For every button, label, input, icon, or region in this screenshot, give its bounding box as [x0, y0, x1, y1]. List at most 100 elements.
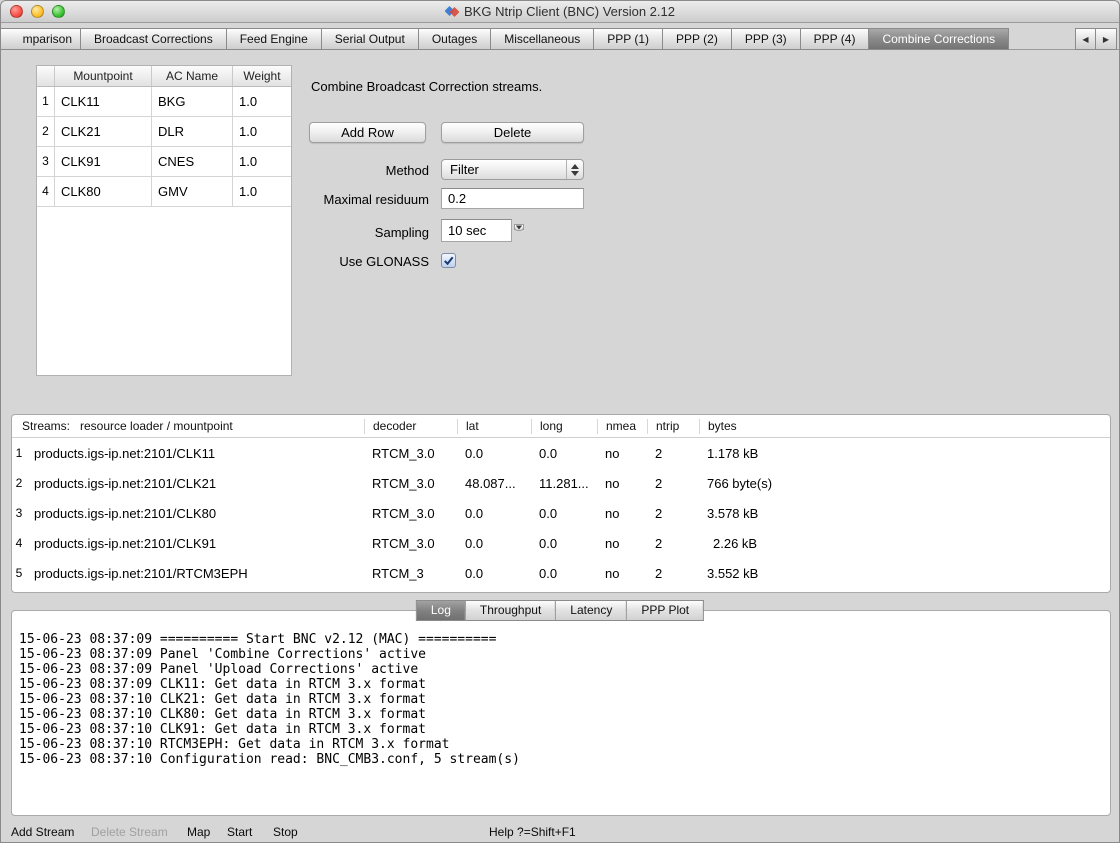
- table-row[interactable]: 3 CLK91 CNES 1.0: [37, 147, 291, 177]
- scroll-right-icon: ▶: [1103, 35, 1109, 44]
- cell-ac-name[interactable]: GMV: [152, 177, 233, 207]
- tab-ppp-plot[interactable]: PPP Plot: [627, 600, 704, 621]
- log-line: 15-06-23 08:37:09 CLK11: Get data in RTC…: [19, 677, 520, 692]
- stream-nmea: no: [597, 446, 647, 461]
- use-glonass-label: Use GLONASS: [259, 254, 429, 269]
- sampling-input[interactable]: [441, 219, 512, 242]
- stream-ntrip: 2: [647, 566, 699, 581]
- tab-latency[interactable]: Latency: [556, 600, 627, 621]
- streams-header: Streams: resource loader / mountpoint de…: [12, 415, 1110, 438]
- method-selected-value: Filter: [442, 162, 566, 177]
- tab-throughput[interactable]: Throughput: [466, 600, 556, 621]
- tab-scroll-left-button[interactable]: ◀: [1075, 28, 1096, 50]
- stream-ntrip: 2: [647, 536, 699, 551]
- log-line: 15-06-23 08:37:10 CLK91: Get data in RTC…: [19, 722, 520, 737]
- header-mountpoint: Mountpoint: [55, 66, 152, 86]
- stop-button[interactable]: Stop: [273, 825, 298, 839]
- chevron-up-icon: [571, 164, 579, 169]
- cell-weight[interactable]: 1.0: [233, 87, 291, 117]
- checkmark-icon: [442, 254, 455, 267]
- header-nmea: nmea: [597, 419, 647, 434]
- map-button[interactable]: Map: [187, 825, 210, 839]
- cell-ac-name[interactable]: CNES: [152, 147, 233, 177]
- combo-stepper-icon: [566, 160, 583, 179]
- log-line: 15-06-23 08:37:09 Panel 'Upload Correcti…: [19, 662, 520, 677]
- tab-ppp-4[interactable]: PPP (4): [801, 28, 870, 50]
- close-window-button[interactable]: [10, 5, 23, 18]
- log-panel[interactable]: 15-06-23 08:37:09 ========== Start BNC v…: [11, 610, 1111, 816]
- row-number: 5: [12, 566, 26, 580]
- streams-table: Streams: resource loader / mountpoint de…: [11, 414, 1111, 593]
- stream-nmea: no: [597, 476, 647, 491]
- stream-long: 0.0: [531, 446, 597, 461]
- stream-row[interactable]: 3 products.igs-ip.net:2101/CLK80 RTCM_3.…: [12, 498, 1110, 528]
- stream-bytes: 766 byte(s): [699, 476, 1110, 491]
- cell-mountpoint[interactable]: CLK91: [55, 147, 152, 177]
- tab-log[interactable]: Log: [416, 600, 466, 621]
- window-title-text: BKG Ntrip Client (BNC) Version 2.12: [464, 4, 675, 19]
- tab-broadcast-corrections[interactable]: Broadcast Corrections: [81, 28, 227, 50]
- table-row[interactable]: 2 CLK21 DLR 1.0: [37, 117, 291, 147]
- row-number: 4: [12, 536, 26, 550]
- tab-serial-output[interactable]: Serial Output: [322, 28, 419, 50]
- table-row[interactable]: 1 CLK11 BKG 1.0: [37, 87, 291, 117]
- minimize-window-button[interactable]: [31, 5, 44, 18]
- stream-row[interactable]: 2 products.igs-ip.net:2101/CLK21 RTCM_3.…: [12, 468, 1110, 498]
- log-output: 15-06-23 08:37:09 ========== Start BNC v…: [19, 632, 520, 767]
- tab-combine-corrections[interactable]: Combine Corrections: [869, 28, 1009, 50]
- stream-nmea: no: [597, 506, 647, 521]
- stream-bytes: 3.552 kB: [699, 566, 1110, 581]
- delete-button[interactable]: Delete: [441, 122, 584, 143]
- header-resource: Streams: resource loader / mountpoint: [12, 419, 364, 434]
- row-number: 4: [37, 177, 55, 207]
- combine-table-header: Mountpoint AC Name Weight: [37, 66, 291, 87]
- zoom-window-button[interactable]: [52, 5, 65, 18]
- stream-nmea: no: [597, 536, 647, 551]
- scroll-left-icon: ◀: [1082, 35, 1088, 44]
- sampling-decrement-button[interactable]: [514, 224, 524, 231]
- start-button[interactable]: Start: [227, 825, 252, 839]
- stream-nmea: no: [597, 566, 647, 581]
- arrow-down-icon: [516, 226, 522, 230]
- log-line: 15-06-23 08:37:09 Panel 'Combine Correct…: [19, 647, 520, 662]
- cell-ac-name[interactable]: DLR: [152, 117, 233, 147]
- delete-stream-button[interactable]: Delete Stream: [91, 825, 168, 839]
- cell-ac-name[interactable]: BKG: [152, 87, 233, 117]
- help-hint: Help ?=Shift+F1: [489, 825, 576, 839]
- add-row-button[interactable]: Add Row: [309, 122, 426, 143]
- tab-miscellaneous[interactable]: Miscellaneous: [491, 28, 594, 50]
- stream-mountpoint: products.igs-ip.net:2101/RTCM3EPH: [26, 566, 364, 581]
- use-glonass-checkbox[interactable]: [441, 253, 456, 268]
- header-bytes: bytes: [699, 419, 1110, 434]
- table-row[interactable]: 4 CLK80 GMV 1.0: [37, 177, 291, 207]
- header-weight: Weight: [233, 66, 291, 86]
- app-icon: [445, 3, 459, 24]
- stream-row[interactable]: 4 products.igs-ip.net:2101/CLK91 RTCM_3.…: [12, 528, 1110, 558]
- cell-weight[interactable]: 1.0: [233, 117, 291, 147]
- stream-long: 0.0: [531, 566, 597, 581]
- stream-row[interactable]: 5 products.igs-ip.net:2101/RTCM3EPH RTCM…: [12, 558, 1110, 588]
- tab-scroll-right-button[interactable]: ▶: [1096, 28, 1117, 50]
- add-stream-button[interactable]: Add Stream: [11, 825, 74, 839]
- cell-mountpoint[interactable]: CLK11: [55, 87, 152, 117]
- cell-mountpoint[interactable]: CLK21: [55, 117, 152, 147]
- stream-lat: 0.0: [457, 536, 531, 551]
- tab-ppp-2[interactable]: PPP (2): [663, 28, 732, 50]
- stream-lat: 0.0: [457, 506, 531, 521]
- cell-mountpoint[interactable]: CLK80: [55, 177, 152, 207]
- tab-feed-engine[interactable]: Feed Engine: [227, 28, 322, 50]
- header-decoder: decoder: [364, 419, 457, 434]
- stream-decoder: RTCM_3.0: [364, 476, 457, 491]
- stream-bytes: 1.178 kB: [699, 446, 1110, 461]
- stream-row[interactable]: 1 products.igs-ip.net:2101/CLK11 RTCM_3.…: [12, 438, 1110, 468]
- tab-comparison[interactable]: mparison: [1, 28, 81, 50]
- stream-bytes: 2.26 kB: [699, 536, 1110, 551]
- method-select[interactable]: Filter: [441, 159, 584, 180]
- tab-outages[interactable]: Outages: [419, 28, 491, 50]
- log-line: 15-06-23 08:37:10 RTCM3EPH: Get data in …: [19, 737, 520, 752]
- tab-ppp-3[interactable]: PPP (3): [732, 28, 801, 50]
- stream-ntrip: 2: [647, 476, 699, 491]
- maximal-residuum-input[interactable]: [441, 188, 584, 209]
- stream-decoder: RTCM_3.0: [364, 506, 457, 521]
- tab-ppp-1[interactable]: PPP (1): [594, 28, 663, 50]
